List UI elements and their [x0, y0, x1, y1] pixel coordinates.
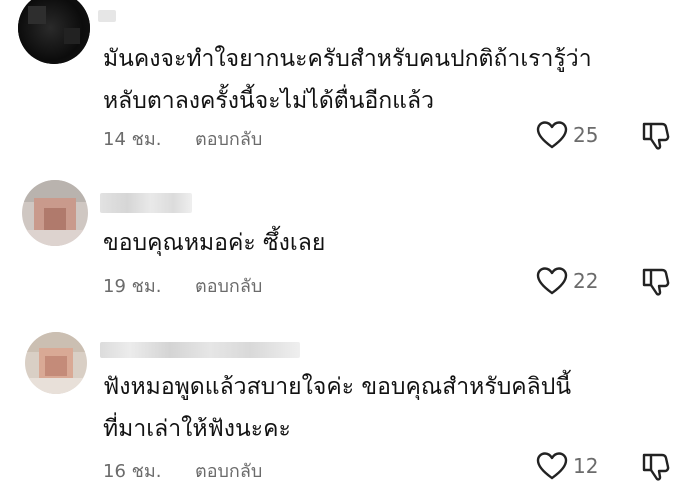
reply-button[interactable]: ตอบกลับ: [195, 456, 262, 485]
dislike-button[interactable]: [640, 265, 672, 297]
comment-text-line: ที่มาเล่าให้ฟังนะคะ: [103, 416, 291, 442]
comment-text-line: หลับตาลงครั้งนี้จะไม่ได้ตื่นอีกแล้ว: [103, 88, 435, 114]
comment-text-line: ขอบคุณหมอค่ะ ซึ้งเลย: [103, 230, 326, 256]
thumbs-down-outline-icon: [642, 453, 670, 481]
comment-item: ขอบคุณหมอค่ะ ซึ้งเลย 19 ชม. ตอบกลับ 22: [0, 170, 700, 310]
comment-text: ขอบคุณหมอค่ะ ซึ้งเลย: [103, 222, 325, 264]
avatar[interactable]: [22, 180, 88, 246]
like-count: 22: [573, 269, 599, 293]
heart-outline-icon: [536, 267, 568, 295]
username-redacted[interactable]: [100, 342, 300, 358]
heart-outline-icon: [536, 452, 568, 480]
comment-text: ฟังหมอพูดแล้วสบายใจค่ะ ขอบคุณสำหรับคลิปน…: [103, 366, 571, 450]
comment-meta: 19 ชม. ตอบกลับ: [103, 271, 262, 300]
comment-text: มันคงจะทำใจยากนะครับสำหรับคนปกติถ้าเรารู…: [103, 38, 592, 122]
comment-timestamp: 14 ชม.: [103, 129, 162, 150]
comment-item: มันคงจะทำใจยากนะครับสำหรับคนปกติถ้าเรารู…: [0, 0, 700, 170]
avatar[interactable]: [25, 332, 87, 394]
avatar[interactable]: [18, 0, 90, 64]
thumbs-down-outline-icon: [642, 268, 670, 296]
comment-text-line: ฟังหมอพูดแล้วสบายใจค่ะ ขอบคุณสำหรับคลิปน…: [103, 374, 572, 400]
comment-item: ฟังหมอพูดแล้วสบายใจค่ะ ขอบคุณสำหรับคลิปน…: [0, 310, 700, 497]
like-count: 25: [573, 123, 599, 147]
comment-text-line: มันคงจะทำใจยากนะครับสำหรับคนปกติถ้าเรารู…: [103, 46, 592, 72]
like-count: 12: [573, 454, 599, 478]
dislike-button[interactable]: [640, 450, 672, 482]
comment-timestamp: 19 ชม.: [103, 276, 162, 297]
like-button[interactable]: [535, 266, 569, 296]
thumbs-down-outline-icon: [642, 122, 670, 150]
comment-timestamp: 16 ชม.: [103, 461, 162, 482]
username-redacted[interactable]: [100, 193, 192, 213]
username-redacted[interactable]: [98, 10, 116, 22]
heart-outline-icon: [536, 121, 568, 149]
comment-meta: 16 ชม. ตอบกลับ: [103, 456, 262, 485]
like-button[interactable]: [535, 451, 569, 481]
reply-button[interactable]: ตอบกลับ: [195, 124, 262, 153]
reply-button[interactable]: ตอบกลับ: [195, 271, 262, 300]
like-button[interactable]: [535, 120, 569, 150]
comment-meta: 14 ชม. ตอบกลับ: [103, 124, 262, 153]
dislike-button[interactable]: [640, 119, 672, 151]
